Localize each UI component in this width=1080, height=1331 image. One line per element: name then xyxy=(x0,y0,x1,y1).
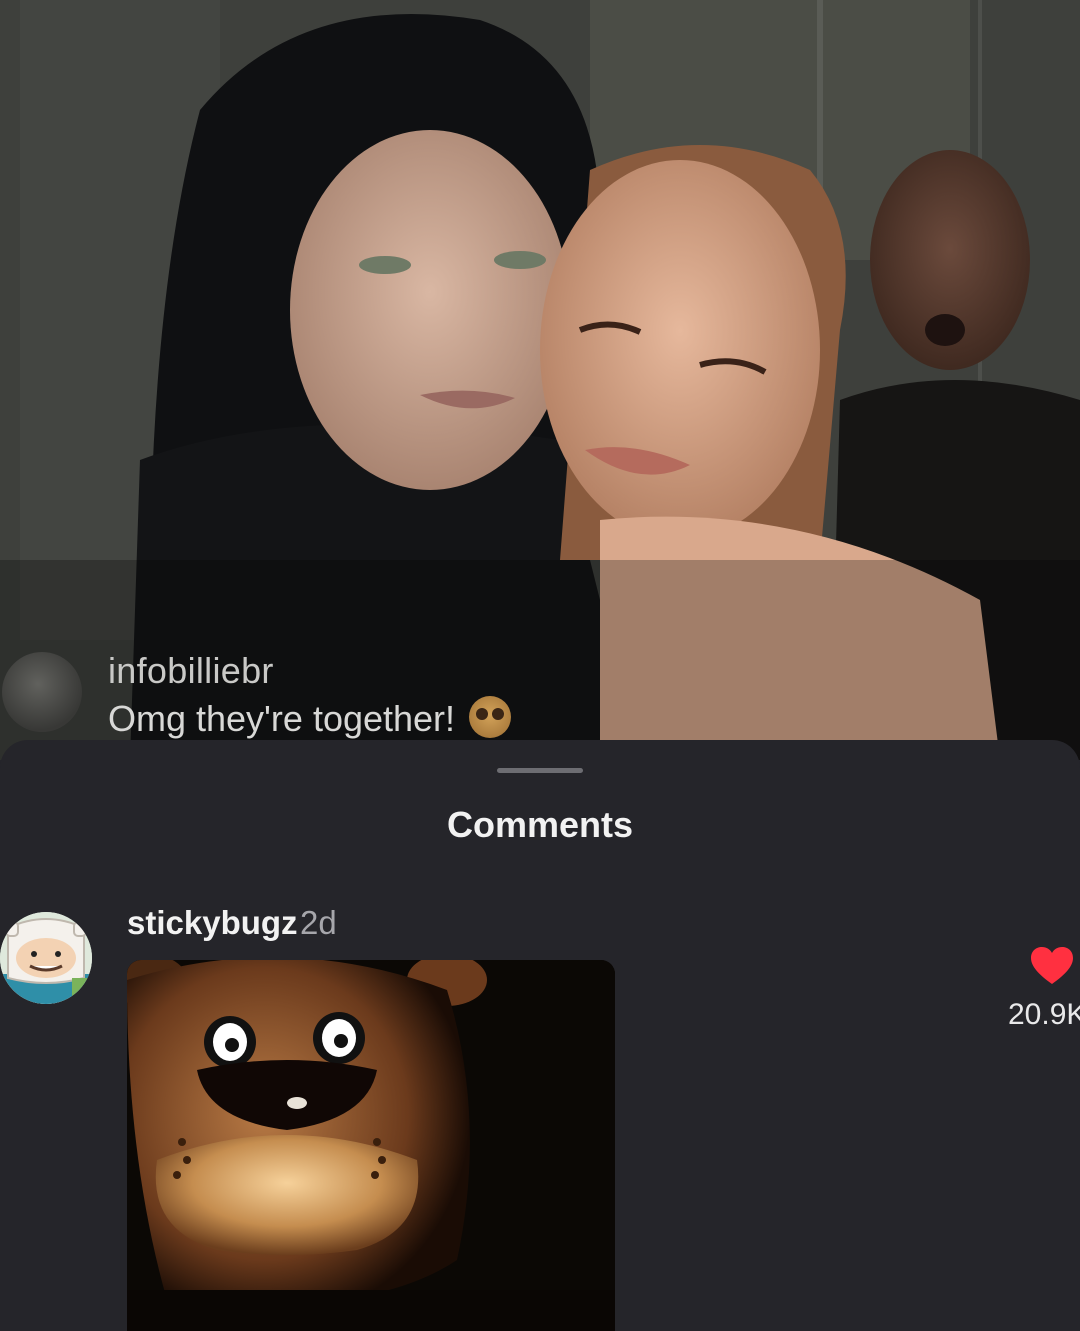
post-caption: infobilliebr Omg they're together! xyxy=(0,640,620,750)
post-media[interactable]: infobilliebr Omg they're together! xyxy=(0,0,1080,760)
animatronic-bear-gif-image xyxy=(127,960,615,1331)
post-author-avatar[interactable] xyxy=(2,652,82,732)
post-caption-text: Omg they're together! xyxy=(108,696,512,742)
sheet-drag-handle[interactable] xyxy=(497,768,583,773)
screen: infobilliebr Omg they're together! Comme… xyxy=(0,0,1080,1331)
comments-sheet: Comments stickybugz 2d 20.9K xyxy=(0,740,1080,1331)
comment-gif-attachment[interactable] xyxy=(127,960,615,1331)
comment-item: stickybugz 2d 20.9K xyxy=(0,900,1080,1331)
face-holding-back-tears-emoji-icon xyxy=(469,696,512,739)
heart-icon[interactable] xyxy=(1030,946,1074,986)
post-author-username[interactable]: infobilliebr xyxy=(108,650,274,692)
commenter-avatar[interactable] xyxy=(0,912,92,1004)
finn-avatar-icon xyxy=(0,912,92,1004)
commenter-username[interactable]: stickybugz xyxy=(127,904,298,942)
like-count: 20.9K xyxy=(1008,998,1080,1031)
comment-timestamp: 2d xyxy=(300,904,337,941)
comments-title: Comments xyxy=(446,804,634,845)
post-caption-label: Omg they're together! xyxy=(108,698,456,739)
